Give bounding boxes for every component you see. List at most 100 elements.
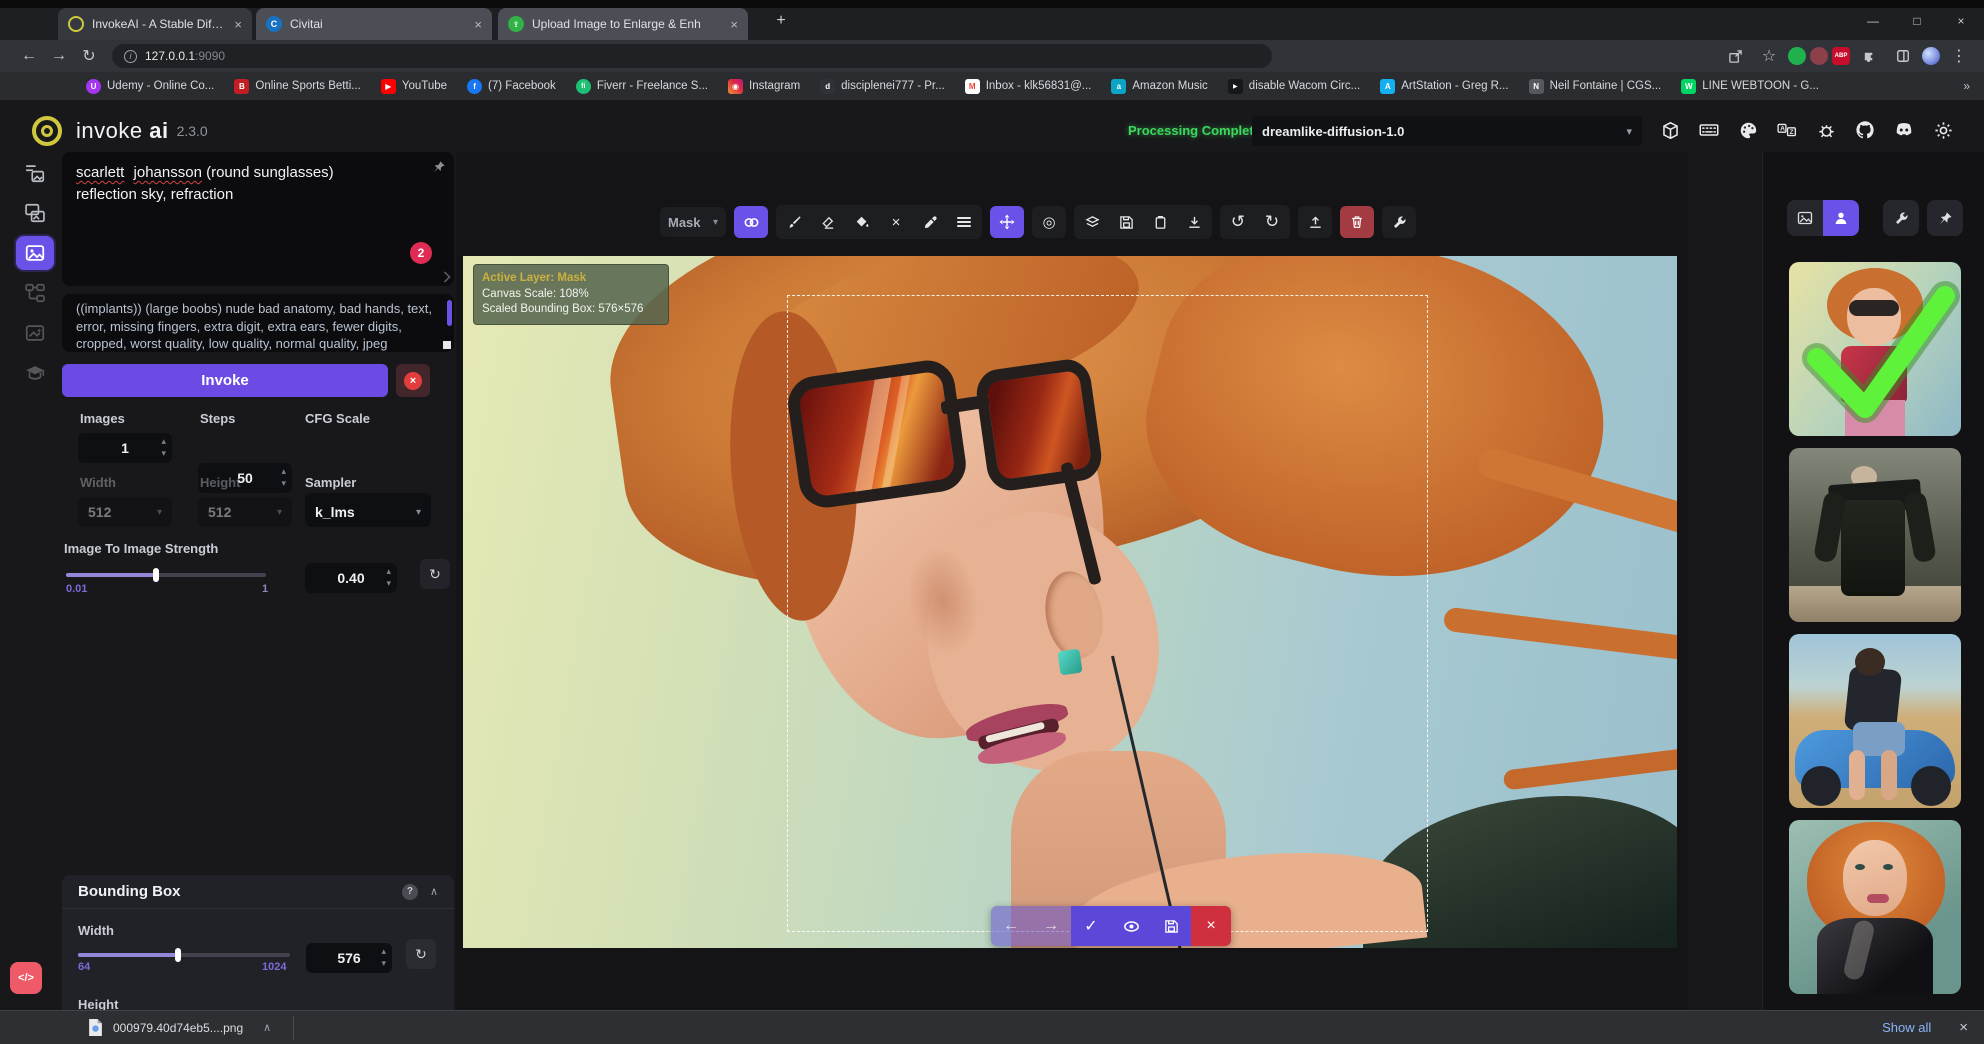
- prompt-input[interactable]: scarlett johansson (round sunglasses) re…: [62, 152, 454, 286]
- bookmark-item[interactable]: f(7) Facebook: [467, 79, 556, 94]
- gallery-thumbnail-selected[interactable]: [1789, 262, 1961, 436]
- adblock-icon[interactable]: ABP: [1832, 47, 1850, 65]
- upload-button[interactable]: [1298, 206, 1332, 238]
- tab-training[interactable]: [16, 356, 54, 390]
- reset-icon[interactable]: ↻: [406, 939, 436, 969]
- width-select[interactable]: 512 ▾: [78, 497, 172, 527]
- fill-bounding-box-button[interactable]: [845, 206, 879, 238]
- stepper-icons[interactable]: ▴▾: [381, 945, 386, 969]
- forward-icon[interactable]: →: [44, 43, 74, 69]
- tab-close-icon[interactable]: ×: [234, 18, 242, 31]
- resize-handle[interactable]: [443, 341, 451, 349]
- canvas-settings-button[interactable]: [1382, 206, 1416, 238]
- stepper-icons[interactable]: ▴▾: [386, 565, 391, 589]
- bookmark-item[interactable]: ◉Instagram: [728, 79, 800, 94]
- tab-upscale[interactable]: ⇪ Upload Image to Enlarge & Enh ×: [498, 8, 748, 40]
- accept-image-button[interactable]: ✓: [1071, 906, 1111, 946]
- canvas-image[interactable]: Active Layer: Mask Canvas Scale: 108% Sc…: [463, 256, 1677, 948]
- bookmark-item[interactable]: ▶YouTube: [381, 79, 447, 94]
- report-bug-icon[interactable]: [1811, 113, 1841, 147]
- height-select[interactable]: 512 ▾: [198, 497, 292, 527]
- extension-icon-red[interactable]: [1810, 47, 1828, 65]
- redo-button[interactable]: ↻: [1255, 206, 1289, 238]
- invoke-button[interactable]: Invoke: [62, 364, 388, 397]
- pin-icon[interactable]: [432, 160, 446, 174]
- download-image-button[interactable]: [1177, 206, 1211, 238]
- gallery-user-tab[interactable]: [1823, 200, 1859, 236]
- tab-text-to-image[interactable]: [16, 156, 54, 190]
- copy-to-clipboard-button[interactable]: [1143, 206, 1177, 238]
- gallery-images-tab[interactable]: [1787, 200, 1823, 236]
- theme-palette-icon[interactable]: [1733, 113, 1763, 147]
- model-select[interactable]: dreamlike-diffusion-1.0 ▾: [1252, 116, 1642, 146]
- resize-handle[interactable]: [439, 271, 450, 282]
- help-icon[interactable]: ?: [402, 884, 418, 900]
- tab-close-icon[interactable]: ×: [730, 18, 738, 31]
- site-info-icon[interactable]: i: [124, 50, 137, 63]
- download-caret-icon[interactable]: ∧: [263, 1021, 271, 1034]
- discord-icon[interactable]: [1889, 113, 1919, 147]
- color-picker-button[interactable]: [913, 206, 947, 238]
- bookmark-item[interactable]: WLINE WEBTOON - G...: [1681, 79, 1819, 94]
- bounding-box-overlay[interactable]: [787, 295, 1428, 932]
- stepper-icons[interactable]: ▴▾: [161, 435, 166, 459]
- reload-icon[interactable]: ↻: [74, 43, 104, 69]
- show-hide-button[interactable]: [1111, 906, 1151, 946]
- slider-handle[interactable]: [153, 568, 159, 582]
- bbox-width-input[interactable]: 576 ▴▾: [306, 943, 392, 973]
- maximize-button[interactable]: □: [1900, 8, 1934, 34]
- tab-nodes[interactable]: [16, 276, 54, 310]
- mask-toggle-button[interactable]: [734, 206, 768, 238]
- bookmark-item[interactable]: ▶disable Wacom Circ...: [1228, 79, 1360, 94]
- sampler-select[interactable]: k_lms ▾: [305, 497, 431, 527]
- bookmark-item[interactable]: NNeil Fontaine | CGS...: [1529, 79, 1662, 94]
- bookmark-star-icon[interactable]: ☆: [1754, 43, 1784, 69]
- new-tab-button[interactable]: +: [764, 8, 798, 34]
- brush-options-button[interactable]: [947, 206, 981, 238]
- negative-prompt-input[interactable]: ((implants)) (large boobs) nude bad anat…: [62, 294, 454, 352]
- previous-image-button[interactable]: ←: [991, 906, 1031, 946]
- i2i-strength-slider[interactable]: [66, 573, 266, 577]
- tab-split-icon[interactable]: [1888, 43, 1918, 69]
- eraser-tool-button[interactable]: [811, 206, 845, 238]
- reset-view-button[interactable]: ◎: [1032, 206, 1066, 238]
- bookmarks-overflow-icon[interactable]: »: [1963, 79, 1984, 93]
- address-bar[interactable]: i 127.0.0.1:9090: [112, 44, 1272, 68]
- gallery-settings-wrench-icon[interactable]: [1883, 200, 1919, 236]
- download-item[interactable]: 000979.40d74eb5....png ∧: [88, 1019, 271, 1036]
- bookmark-item[interactable]: AArtStation - Greg R...: [1380, 79, 1508, 94]
- menu-kebab-icon[interactable]: ⋮: [1944, 43, 1974, 69]
- profile-avatar[interactable]: [1922, 47, 1940, 65]
- bookmark-item[interactable]: MInbox - klk56831@...: [965, 79, 1092, 94]
- layer-select[interactable]: Mask ▾: [660, 207, 726, 237]
- extension-icon-green[interactable]: [1788, 47, 1806, 65]
- reset-icon[interactable]: ↻: [420, 559, 450, 589]
- tab-close-icon[interactable]: ×: [474, 18, 482, 31]
- next-image-button[interactable]: →: [1031, 906, 1071, 946]
- bookmark-item[interactable]: BOnline Sports Betti...: [234, 79, 360, 94]
- save-to-gallery-button[interactable]: [1109, 206, 1143, 238]
- i2i-strength-input[interactable]: 0.40 ▴▾: [305, 563, 397, 593]
- show-all-link[interactable]: Show all: [1882, 1020, 1931, 1035]
- images-input[interactable]: 1 ▴▾: [78, 433, 172, 463]
- language-icon[interactable]: AZ: [1772, 113, 1802, 147]
- gallery-pin-icon[interactable]: [1927, 200, 1963, 236]
- tab-unified-canvas[interactable]: [16, 236, 54, 270]
- github-icon[interactable]: [1850, 113, 1880, 147]
- clear-mask-button[interactable]: ×: [879, 206, 913, 238]
- brush-tool-button[interactable]: [777, 206, 811, 238]
- clear-canvas-button[interactable]: [1340, 206, 1374, 238]
- tab-postprocessing[interactable]: [16, 316, 54, 350]
- tab-image-to-image[interactable]: [16, 196, 54, 230]
- discard-staging-button[interactable]: ×: [1191, 906, 1231, 946]
- bbox-width-slider[interactable]: [78, 953, 290, 957]
- scrollbar-thumb[interactable]: [447, 300, 452, 326]
- collapse-icon[interactable]: ∧: [430, 885, 438, 898]
- merge-visible-button[interactable]: [1075, 206, 1109, 238]
- slider-handle[interactable]: [175, 948, 181, 962]
- bookmark-item[interactable]: aAmazon Music: [1111, 79, 1207, 94]
- gallery-thumbnail[interactable]: [1789, 820, 1961, 994]
- gallery-thumbnail[interactable]: [1789, 448, 1961, 622]
- move-tool-button[interactable]: [990, 206, 1024, 238]
- back-icon[interactable]: ←: [14, 43, 44, 69]
